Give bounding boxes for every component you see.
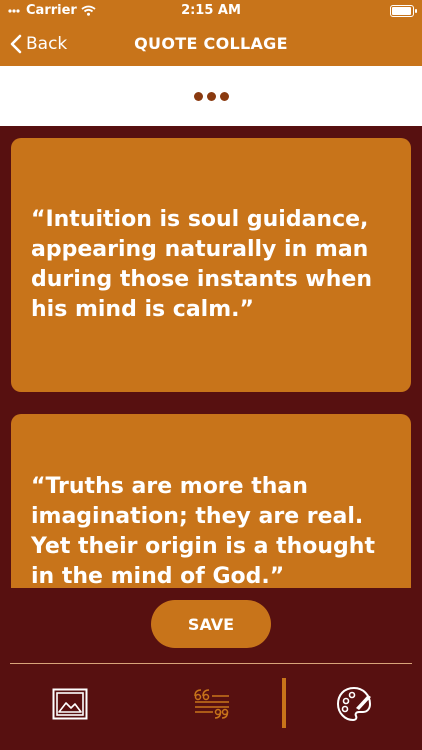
page-title: QUOTE COLLAGE (134, 34, 288, 53)
status-bar: Carrier 2:15 AM (0, 0, 422, 22)
palette-icon (336, 686, 372, 722)
more-dot (219, 91, 229, 101)
bottom-toolbar (0, 664, 422, 750)
quote-text: “Intuition is soul guidance, appearing n… (31, 207, 372, 322)
quote-text-icon (194, 689, 229, 719)
palette-button[interactable] (332, 684, 376, 724)
more-dot (193, 91, 203, 101)
save-button[interactable]: SAVE (151, 600, 271, 648)
battery-icon (390, 5, 417, 17)
status-time: 2:15 AM (181, 3, 241, 18)
options-strip (0, 66, 422, 126)
image-icon (52, 688, 88, 720)
quote-card[interactable]: “Intuition is soul guidance, appearing n… (11, 138, 411, 392)
more-dot (206, 91, 216, 101)
quote-list[interactable]: “Intuition is soul guidance, appearing n… (0, 126, 422, 588)
quote-text-button[interactable] (189, 684, 233, 724)
quote-card[interactable]: “Truths are more than imagination; they … (11, 414, 411, 588)
image-button[interactable] (48, 684, 92, 724)
more-options-button[interactable] (188, 86, 235, 107)
toolbar-separator (282, 678, 286, 728)
quote-text: “Truths are more than imagination; they … (31, 474, 375, 588)
navigation-bar: Back QUOTE COLLAGE (0, 22, 422, 66)
